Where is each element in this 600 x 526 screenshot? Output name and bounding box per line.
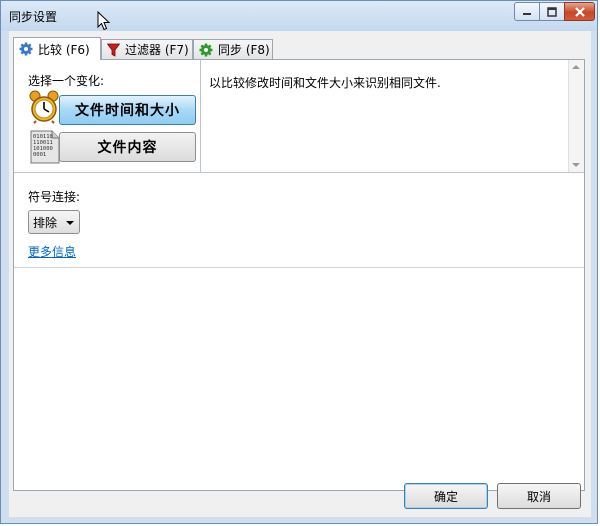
- scroll-up-icon[interactable]: [572, 65, 580, 69]
- minimize-icon: [523, 12, 531, 15]
- dialog-body: 比较 (F6) 过滤器 (F7) 同步 (F8) 选择一个变化: 文件时间和大小…: [9, 31, 591, 517]
- tab-sync-label: 同步 (F8): [218, 43, 270, 57]
- scroll-down-icon[interactable]: [572, 163, 580, 167]
- ok-button[interactable]: 确定: [404, 483, 488, 509]
- choose-variant-label: 选择一个变化:: [28, 74, 105, 88]
- window-title: 同步设置: [9, 10, 58, 24]
- alarm-clock-icon: [29, 90, 59, 124]
- chevron-down-icon: [66, 221, 74, 225]
- cancel-button-label: 取消: [526, 489, 551, 504]
- filter-icon: [107, 43, 120, 57]
- file-time-size-label: 文件时间和大小: [75, 103, 180, 119]
- symlink-dropdown[interactable]: 排除: [28, 210, 80, 234]
- symlink-selected-value: 排除: [33, 215, 58, 230]
- file-time-size-button[interactable]: 文件时间和大小: [59, 95, 196, 125]
- tab-compare-label: 比较 (F6): [38, 42, 90, 57]
- maximize-icon: [547, 6, 557, 17]
- tab-filter[interactable]: 过滤器 (F7): [101, 39, 193, 59]
- svg-text:0001: 0001: [33, 152, 46, 158]
- tab-filter-label: 过滤器 (F7): [125, 43, 189, 57]
- symlink-label: 符号连接:: [28, 190, 81, 204]
- gear-icon: [19, 42, 33, 56]
- variant-description: 以比较修改时间和文件大小来识别相同文件.: [209, 76, 441, 90]
- file-content-label: 文件内容: [97, 140, 158, 156]
- close-icon: [574, 6, 585, 17]
- maximize-button[interactable]: [539, 2, 565, 21]
- variant-options: 选择一个变化: 文件时间和大小 010110 110011 101000 000…: [14, 60, 201, 172]
- close-button[interactable]: [564, 2, 595, 21]
- description-scrollbar[interactable]: [568, 60, 584, 172]
- cancel-button[interactable]: 取消: [497, 483, 581, 509]
- mouse-cursor-icon: [97, 11, 111, 31]
- more-info-link[interactable]: 更多信息: [28, 243, 76, 260]
- binary-file-icon: 010110 110011 101000 0001: [30, 130, 60, 164]
- tab-compare[interactable]: 比较 (F6): [13, 37, 101, 60]
- sync-gear-icon: [199, 43, 213, 56]
- tab-sync[interactable]: 同步 (F8): [193, 39, 273, 59]
- ok-button-label: 确定: [433, 489, 458, 504]
- minimize-button[interactable]: [514, 2, 540, 21]
- section-divider: [14, 267, 584, 268]
- file-content-button[interactable]: 文件内容: [59, 132, 196, 162]
- compare-variant-box: 选择一个变化: 文件时间和大小 010110 110011 101000 000…: [14, 60, 584, 173]
- compare-panel: 选择一个变化: 文件时间和大小 010110 110011 101000 000…: [13, 59, 585, 491]
- title-bar[interactable]: 同步设置: [1, 1, 597, 31]
- sync-settings-window: 同步设置 比较 (F6) 过滤器 (F7) 同步 (F8) 选择一个变化: 文件…: [0, 0, 598, 524]
